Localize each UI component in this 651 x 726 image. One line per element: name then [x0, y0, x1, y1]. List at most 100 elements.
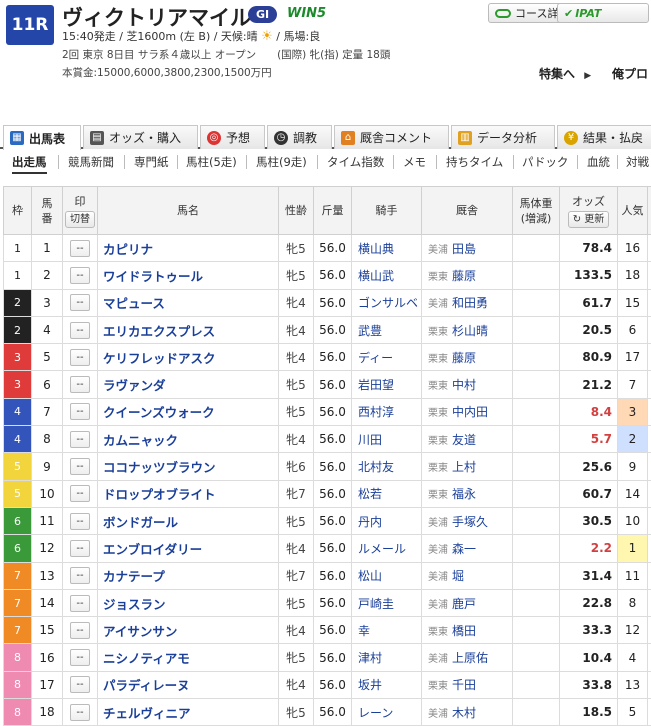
jockey-link[interactable]: 丹内: [352, 507, 422, 534]
subtab-paddock[interactable]: パドック: [522, 154, 568, 170]
trainer-link[interactable]: 田島: [452, 242, 476, 256]
tab-stable-comment[interactable]: ⌂厩舎コメント: [334, 125, 449, 149]
mark-select[interactable]: --: [70, 485, 90, 502]
jockey-link[interactable]: 岩田望: [352, 371, 422, 398]
jockey-link[interactable]: 北村友: [352, 453, 422, 480]
horse-name-link[interactable]: カムニャック: [98, 426, 279, 453]
mark-cell[interactable]: --: [63, 617, 98, 644]
mark-select[interactable]: --: [70, 431, 90, 448]
jockey-link[interactable]: 西村淳: [352, 398, 422, 425]
jockey-link[interactable]: 横山典: [352, 235, 422, 262]
jockey-link[interactable]: 戸崎圭: [352, 589, 422, 616]
trainer-link[interactable]: 手塚久: [452, 515, 488, 529]
mark-cell[interactable]: --: [63, 535, 98, 562]
jockey-link[interactable]: 松山: [352, 562, 422, 589]
subtab-time-index[interactable]: タイム指数: [327, 154, 384, 170]
mark-select[interactable]: --: [70, 294, 90, 311]
mark-select[interactable]: --: [70, 403, 90, 420]
jockey-link[interactable]: ゴンサルベ: [352, 289, 422, 316]
mark-cell[interactable]: --: [63, 316, 98, 343]
horse-name-link[interactable]: ボンドガール: [98, 507, 279, 534]
mark-toggle-button[interactable]: 切替: [65, 211, 95, 228]
mark-select[interactable]: --: [70, 567, 90, 584]
tab-result[interactable]: ¥結果・払戻: [557, 125, 651, 149]
jockey-link[interactable]: 横山武: [352, 262, 422, 289]
trainer-link[interactable]: 森一: [452, 542, 476, 556]
trainer-link[interactable]: 上原佑: [452, 651, 488, 665]
horse-name-link[interactable]: マピュース: [98, 289, 279, 316]
trainer-link[interactable]: 杉山晴: [452, 324, 488, 338]
mark-cell[interactable]: --: [63, 507, 98, 534]
mark-select[interactable]: --: [70, 540, 90, 557]
mark-cell[interactable]: --: [63, 344, 98, 371]
jockey-link[interactable]: レーン: [352, 699, 422, 726]
trainer-link[interactable]: 中村: [452, 378, 476, 392]
trainer-link[interactable]: 鹿戸: [452, 597, 476, 611]
horse-name-link[interactable]: ケリフレッドアスク: [98, 344, 279, 371]
mark-select[interactable]: --: [70, 676, 90, 693]
jockey-link[interactable]: 武豊: [352, 316, 422, 343]
trainer-link[interactable]: 木村: [452, 706, 476, 720]
subtab-shinbun[interactable]: 競馬新聞: [68, 154, 114, 170]
trainer-link[interactable]: 和田勇: [452, 296, 488, 310]
horse-name-link[interactable]: パラディレーヌ: [98, 671, 279, 698]
jockey-link[interactable]: ディー: [352, 344, 422, 371]
trainer-link[interactable]: 藤原: [452, 269, 476, 283]
mark-select[interactable]: --: [70, 240, 90, 257]
subtab-taisen[interactable]: 対戦: [626, 154, 649, 170]
trainer-link[interactable]: 友道: [452, 433, 476, 447]
mark-cell[interactable]: --: [63, 289, 98, 316]
mark-select[interactable]: --: [70, 349, 90, 366]
mark-select[interactable]: --: [70, 595, 90, 612]
mark-cell[interactable]: --: [63, 699, 98, 726]
mark-select[interactable]: --: [70, 322, 90, 339]
trainer-link[interactable]: 千田: [452, 678, 476, 692]
trainer-link[interactable]: 橋田: [452, 624, 476, 638]
orepro-link[interactable]: 俺プロ: [612, 65, 648, 82]
subtab-umabashira9[interactable]: 馬柱(9走): [256, 154, 307, 170]
mark-select[interactable]: --: [70, 649, 90, 666]
subtab-mochi-time[interactable]: 持ちタイム: [446, 154, 503, 170]
horse-name-link[interactable]: チェルヴィニア: [98, 699, 279, 726]
mark-select[interactable]: --: [70, 622, 90, 639]
odds-refresh-button[interactable]: ↻ 更新: [568, 211, 610, 228]
mark-cell[interactable]: --: [63, 562, 98, 589]
horse-name-link[interactable]: クイーンズウォーク: [98, 398, 279, 425]
mark-cell[interactable]: --: [63, 480, 98, 507]
horse-name-link[interactable]: アイサンサン: [98, 617, 279, 644]
mark-select[interactable]: --: [70, 704, 90, 721]
tab-odds[interactable]: ▤オッズ・購入: [83, 125, 198, 149]
mark-cell[interactable]: --: [63, 644, 98, 671]
trainer-link[interactable]: 藤原: [452, 351, 476, 365]
horse-name-link[interactable]: カナテープ: [98, 562, 279, 589]
horse-name-link[interactable]: ニシノティアモ: [98, 644, 279, 671]
jockey-link[interactable]: 松若: [352, 480, 422, 507]
horse-name-link[interactable]: カピリナ: [98, 235, 279, 262]
mark-cell[interactable]: --: [63, 426, 98, 453]
subtab-umabashira5[interactable]: 馬柱(5走): [186, 154, 237, 170]
jockey-link[interactable]: 坂井: [352, 671, 422, 698]
jockey-link[interactable]: 幸: [352, 617, 422, 644]
mark-cell[interactable]: --: [63, 398, 98, 425]
mark-select[interactable]: --: [70, 267, 90, 284]
mark-cell[interactable]: --: [63, 453, 98, 480]
trainer-link[interactable]: 中内田: [452, 405, 488, 419]
jockey-link[interactable]: 川田: [352, 426, 422, 453]
tab-chokyo[interactable]: ◷調教: [267, 125, 332, 149]
horse-name-link[interactable]: ワイドラトゥール: [98, 262, 279, 289]
horse-name-link[interactable]: エリカエクスプレス: [98, 316, 279, 343]
horse-name-link[interactable]: ジョスラン: [98, 589, 279, 616]
subtab-shussoba[interactable]: 出走馬: [12, 154, 47, 174]
tab-data[interactable]: ▥データ分析: [451, 125, 555, 149]
ipat-button[interactable]: ✔ IPAT: [557, 3, 649, 23]
tab-yoso[interactable]: ◎予想: [200, 125, 265, 149]
mark-cell[interactable]: --: [63, 262, 98, 289]
jockey-link[interactable]: ルメール: [352, 535, 422, 562]
jockey-link[interactable]: 津村: [352, 644, 422, 671]
trainer-link[interactable]: 上村: [452, 460, 476, 474]
mark-select[interactable]: --: [70, 376, 90, 393]
mark-select[interactable]: --: [70, 458, 90, 475]
mark-cell[interactable]: --: [63, 671, 98, 698]
tab-shutsuba[interactable]: ▦出馬表: [3, 125, 81, 150]
horse-name-link[interactable]: エンブロイダリー: [98, 535, 279, 562]
